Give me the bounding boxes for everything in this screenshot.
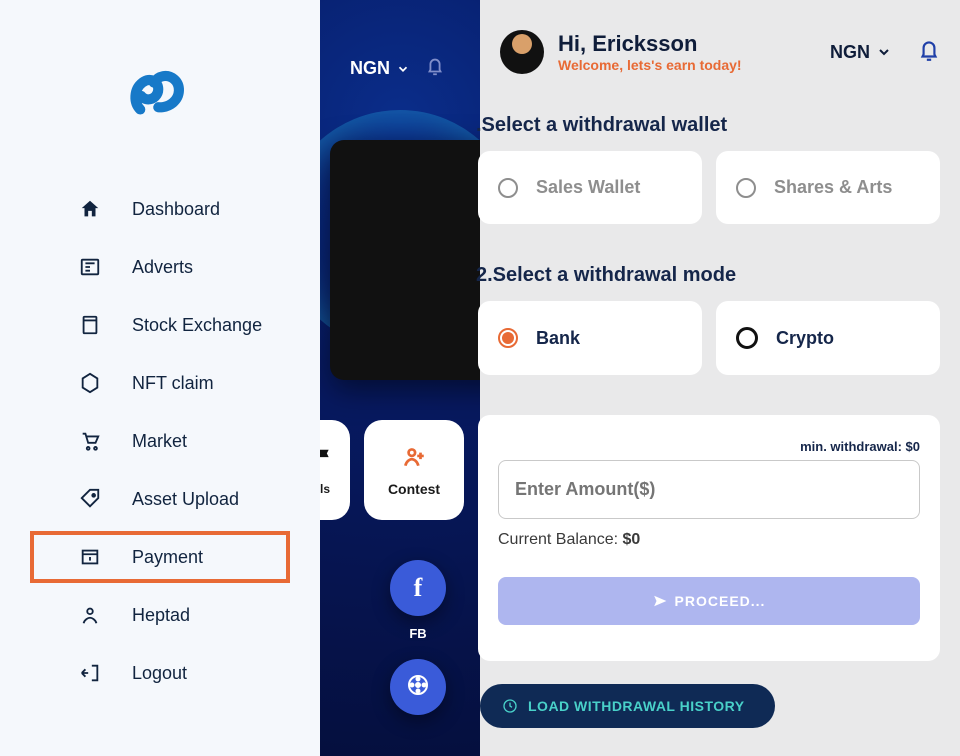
radio-on-icon bbox=[498, 328, 518, 348]
sidebar-item-label: Payment bbox=[132, 547, 203, 568]
history-icon bbox=[502, 698, 518, 714]
sidebar-item-label: Dashboard bbox=[132, 199, 220, 220]
sidebar: Dashboard Adverts Stock Exchange NFT cla… bbox=[0, 0, 320, 756]
social-button-2[interactable] bbox=[390, 659, 446, 715]
header: Hi, Ericksson Welcome, lets's earn today… bbox=[480, 0, 960, 74]
sidebar-item-market[interactable]: Market bbox=[30, 415, 290, 467]
withdraw-content: .Select a withdrawal wallet Sales Wallet… bbox=[478, 74, 960, 661]
sidebar-item-label: Asset Upload bbox=[132, 489, 239, 510]
send-icon bbox=[653, 594, 667, 608]
mode-option-crypto[interactable]: Crypto bbox=[716, 301, 940, 375]
wallet-option-sales[interactable]: Sales Wallet bbox=[478, 151, 702, 224]
logo bbox=[0, 20, 320, 177]
sidebar-item-label: Stock Exchange bbox=[132, 315, 262, 336]
current-balance-label: Current Balance: bbox=[498, 531, 623, 548]
amount-panel: min. withdrawal: $0 Current Balance: $0 … bbox=[478, 415, 940, 661]
greeting-block: Hi, Ericksson Welcome, lets's earn today… bbox=[558, 31, 816, 73]
sidebar-item-logout[interactable]: Logout bbox=[30, 647, 290, 699]
sidebar-item-heptad[interactable]: Heptad bbox=[30, 589, 290, 641]
reel-icon bbox=[406, 673, 430, 702]
chevron-down-icon bbox=[396, 62, 410, 76]
main-panel: Hi, Ericksson Welcome, lets's earn today… bbox=[480, 0, 960, 756]
sidebar-item-adverts[interactable]: Adverts bbox=[30, 241, 290, 293]
radio-off-icon bbox=[736, 327, 758, 349]
greeting-text: Hi, Ericksson bbox=[558, 31, 816, 57]
currency-selector[interactable]: NGN bbox=[830, 42, 892, 63]
hexagon-icon bbox=[78, 371, 102, 395]
welcome-text: Welcome, lets's earn today! bbox=[558, 57, 816, 73]
avatar[interactable] bbox=[500, 30, 544, 74]
tile-contest[interactable]: Contest bbox=[364, 420, 464, 520]
load-history-label: LOAD WITHDRAWAL HISTORY bbox=[528, 698, 745, 714]
wallet-option-shares[interactable]: Shares & Arts bbox=[716, 151, 940, 224]
current-balance: Current Balance: $0 bbox=[498, 531, 920, 549]
book-icon bbox=[78, 313, 102, 337]
promo-card bbox=[330, 140, 480, 380]
currency-label: NGN bbox=[830, 42, 870, 63]
mode-option-label: Bank bbox=[536, 328, 580, 349]
cart-icon bbox=[78, 429, 102, 453]
sidebar-item-label: Adverts bbox=[132, 257, 193, 278]
mode-option-label: Crypto bbox=[776, 328, 834, 349]
logout-icon bbox=[78, 661, 102, 685]
tag-icon bbox=[78, 487, 102, 511]
proceed-button[interactable]: PROCEED... bbox=[498, 577, 920, 625]
proceed-label: PROCEED... bbox=[675, 593, 766, 609]
tile-partial[interactable]: ls bbox=[320, 420, 350, 520]
person-icon bbox=[78, 603, 102, 627]
bell-icon[interactable] bbox=[424, 55, 446, 82]
section2-title: 2.Select a withdrawal mode bbox=[476, 224, 940, 301]
currency-selector-mid[interactable]: NGN bbox=[350, 58, 410, 79]
min-withdrawal-label: min. withdrawal: $0 bbox=[498, 439, 920, 454]
payment-icon bbox=[78, 545, 102, 569]
facebook-button[interactable]: f bbox=[390, 560, 446, 616]
mode-option-bank[interactable]: Bank bbox=[478, 301, 702, 375]
load-history-button[interactable]: LOAD WITHDRAWAL HISTORY bbox=[480, 684, 775, 728]
radio-off-icon bbox=[498, 178, 518, 198]
facebook-icon: f bbox=[414, 573, 423, 603]
current-balance-value: $0 bbox=[623, 531, 641, 548]
wallet-option-label: Sales Wallet bbox=[536, 177, 640, 198]
radio-off-icon bbox=[736, 178, 756, 198]
tile-label-cut: ls bbox=[320, 482, 330, 496]
section1-title: .Select a withdrawal wallet bbox=[476, 74, 940, 151]
flag-icon bbox=[320, 445, 336, 476]
sidebar-item-label: Market bbox=[132, 431, 187, 452]
sidebar-item-label: NFT claim bbox=[132, 373, 214, 394]
newspaper-icon bbox=[78, 255, 102, 279]
sidebar-item-payment[interactable]: Payment bbox=[30, 531, 290, 583]
sidebar-item-stock-exchange[interactable]: Stock Exchange bbox=[30, 299, 290, 351]
tile-label: Contest bbox=[388, 481, 440, 497]
currency-label: NGN bbox=[350, 58, 390, 79]
chevron-down-icon bbox=[876, 44, 892, 60]
facebook-label: FB bbox=[409, 626, 426, 641]
home-icon bbox=[78, 197, 102, 221]
sidebar-item-label: Heptad bbox=[132, 605, 190, 626]
sidebar-item-asset-upload[interactable]: Asset Upload bbox=[30, 473, 290, 525]
sidebar-item-label: Logout bbox=[132, 663, 187, 684]
person-plus-icon bbox=[401, 444, 427, 475]
bell-icon[interactable] bbox=[916, 37, 942, 68]
wallet-option-label: Shares & Arts bbox=[774, 177, 892, 198]
middle-panel: NGN ls Contest f FB bbox=[320, 0, 480, 756]
amount-input[interactable] bbox=[498, 460, 920, 519]
sidebar-item-dashboard[interactable]: Dashboard bbox=[30, 183, 290, 235]
sidebar-item-nft-claim[interactable]: NFT claim bbox=[30, 357, 290, 409]
